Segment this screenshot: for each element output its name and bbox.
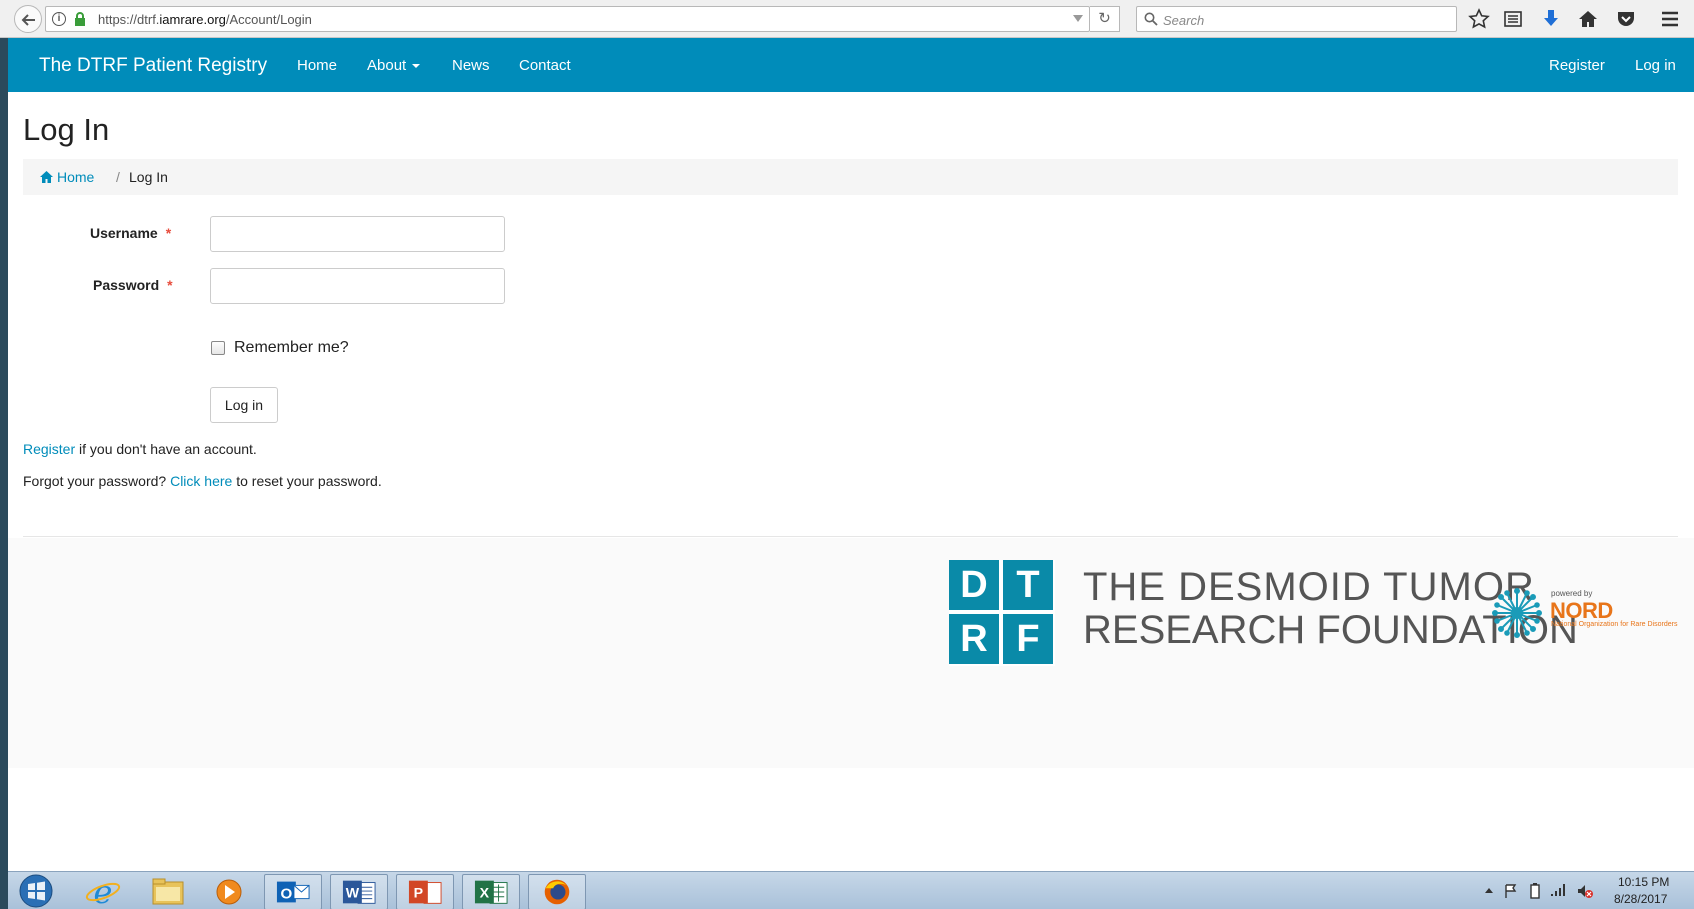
home-icon[interactable] [1577,8,1599,30]
url-domain: iamrare.org [159,12,226,27]
lock-icon [75,12,85,26]
svg-text:P: P [414,886,423,902]
file-explorer-icon[interactable] [139,874,197,909]
foundation-name-line1: THE DESMOID TUMOR [1083,565,1535,609]
show-hidden-icons-icon[interactable] [1484,886,1494,894]
register-prompt: Register if you don't have an account. [23,441,257,457]
search-placeholder: Search [1163,13,1205,28]
nav-home-link[interactable]: Home [297,57,337,74]
reload-button[interactable]: ↻ [1090,6,1120,32]
nord-powered-by: powered by [1551,589,1593,598]
password-label: Password * [93,277,173,293]
nord-subtitle: National Organization for Rare Disorders [1551,621,1678,628]
logo-letter: F [1003,614,1053,664]
nav-news-link[interactable]: News [452,57,490,74]
word-icon[interactable]: W [330,874,388,909]
search-input[interactable]: Search [1136,6,1457,32]
info-icon[interactable]: i [52,12,66,26]
url-bar[interactable]: i https://dtrf.iamrare.org/Account/Login [45,6,1090,32]
page-title: Log In [23,112,110,147]
pocket-icon[interactable] [1615,8,1637,30]
forgot-password-prompt: Forgot your password? Click here to rese… [23,473,382,489]
logo-letter: T [1003,560,1053,610]
internet-explorer-icon[interactable]: e [74,874,132,909]
breadcrumb-current: Log In [129,169,168,185]
svg-text:W: W [346,886,360,902]
clock-date[interactable]: 8/28/2017 [1614,892,1667,906]
username-field[interactable] [210,216,505,252]
home-icon[interactable] [39,170,54,184]
download-icon[interactable] [1540,8,1562,30]
login-button[interactable]: Log in [210,387,278,423]
flag-icon[interactable] [1503,883,1519,899]
logo-letter: R [949,614,999,664]
dtrf-logo: D T R F [949,560,1055,666]
url-prefix: https://dtrf. [98,12,160,27]
volume-muted-icon[interactable] [1576,882,1594,900]
reload-icon: ↻ [1098,10,1111,27]
excel-icon[interactable]: X [462,874,520,909]
logo-letter: D [949,560,999,610]
password-field[interactable] [210,268,505,304]
firefox-icon[interactable] [528,874,586,909]
bookmarks-list-icon[interactable] [1502,8,1524,30]
battery-icon[interactable] [1528,882,1542,900]
powerpoint-icon[interactable]: P [396,874,454,909]
nav-about-dropdown[interactable]: About [367,57,421,74]
reset-password-link[interactable]: Click here [170,473,232,489]
screen: i https://dtrf.iamrare.org/Account/Login… [0,0,1694,909]
register-link[interactable]: Register [23,441,75,457]
forgot-text-before: Forgot your password? [23,473,171,489]
outlook-icon[interactable]: O [264,874,322,909]
url-dropdown-icon[interactable] [1073,15,1083,22]
required-mark: * [167,277,173,293]
required-mark: * [165,225,172,241]
browser-toolbar: i https://dtrf.iamrare.org/Account/Login… [0,0,1694,38]
hamburger-menu-icon[interactable] [1659,8,1681,30]
svg-text:O: O [281,886,293,903]
brand-link[interactable]: The DTRF Patient Registry [39,55,267,77]
system-tray: 10:15 PM 8/28/2017 [1478,872,1694,909]
username-label: Username * [90,225,171,241]
clock-time[interactable]: 10:15 PM [1618,875,1669,889]
page-content: Log In Home / Log In Username * Password *… [8,92,1694,871]
remember-me-label[interactable]: Remember me? [234,339,349,357]
breadcrumb-separator: / [116,169,120,185]
windows-taskbar: e O W P X 10:15 PM 8/28/2017 [8,871,1694,909]
username-label-text: Username [90,225,158,241]
breadcrumb: Home / Log In [23,159,1678,195]
network-signal-icon[interactable] [1550,882,1568,898]
nav-about-label: About [367,57,407,74]
url-path: /Account/Login [225,12,312,27]
media-player-icon[interactable] [200,874,258,909]
footer-divider [23,536,1678,537]
forgot-text-after: to reset your password. [232,473,382,489]
register-prompt-text: if you don't have an account. [75,441,257,457]
windows-start-icon[interactable] [16,873,56,909]
nav-contact-link[interactable]: Contact [519,57,571,74]
nav-register-link[interactable]: Register [1549,57,1605,74]
back-button[interactable] [14,5,42,33]
search-icon [1144,12,1158,26]
site-navbar: The DTRF Patient Registry Home About New… [8,38,1694,92]
remember-me-checkbox[interactable] [211,341,225,355]
nord-logo-icon [1492,588,1542,638]
svg-text:X: X [480,886,490,902]
breadcrumb-home-link[interactable]: Home [57,169,94,185]
url-text[interactable]: https://dtrf.iamrare.org/Account/Login [98,12,312,27]
caret-down-icon [412,64,421,69]
back-arrow-icon [21,14,35,26]
bookmark-star-icon[interactable] [1468,8,1490,30]
nav-login-link[interactable]: Log in [1635,57,1676,74]
password-label-text: Password [93,277,160,293]
svg-text:e: e [94,874,113,909]
